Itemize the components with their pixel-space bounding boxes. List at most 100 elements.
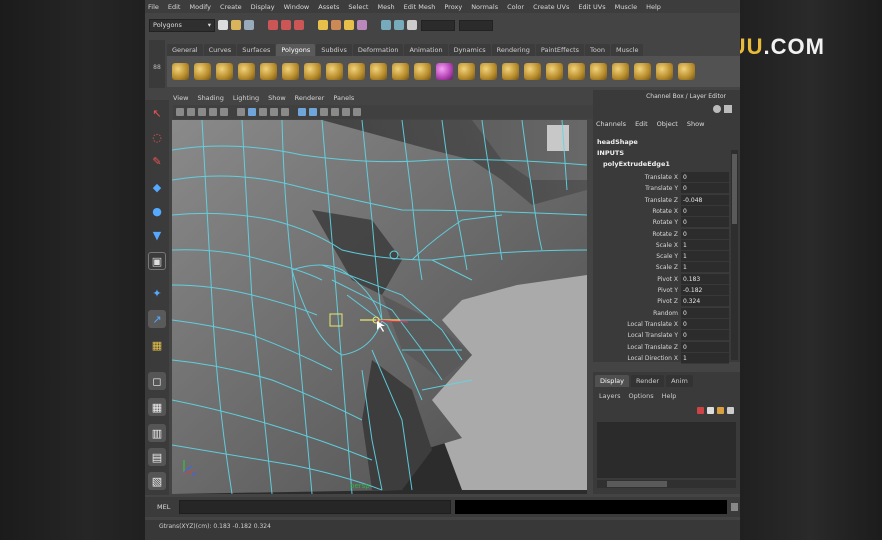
- shelf-tool-8-icon[interactable]: [326, 63, 343, 80]
- snap-curve-icon[interactable]: [331, 20, 341, 30]
- attr-value[interactable]: 1: [681, 262, 729, 274]
- menu-create[interactable]: Create: [220, 3, 242, 11]
- shelf-tool-14-icon[interactable]: [458, 63, 475, 80]
- attr-value[interactable]: 0.183: [681, 273, 729, 285]
- shelf-tool-19-icon[interactable]: [568, 63, 585, 80]
- shelf-tool-12-icon[interactable]: [414, 63, 431, 80]
- mel-label[interactable]: MEL: [157, 503, 170, 511]
- grid-icon[interactable]: [220, 108, 228, 116]
- shelf-tab-polygons[interactable]: Polygons: [276, 44, 316, 56]
- render-settings-icon[interactable]: [407, 20, 417, 30]
- menu-edit-mesh[interactable]: Edit Mesh: [404, 3, 436, 11]
- attr-value[interactable]: 0: [681, 330, 729, 342]
- viewport-menu-lighting[interactable]: Lighting: [233, 94, 259, 102]
- viewport-menu-view[interactable]: View: [173, 94, 188, 102]
- channel-box-scrollbar[interactable]: [731, 150, 738, 360]
- shelf-menu-handle[interactable]: 88: [149, 40, 165, 88]
- menu-edit-uvs[interactable]: Edit UVs: [578, 3, 605, 11]
- bookmark-icon[interactable]: [198, 108, 206, 116]
- shelf-tab-painteffects[interactable]: PaintEffects: [535, 44, 585, 56]
- side-view-icon[interactable]: ▥: [148, 424, 166, 442]
- new-layer-selected-icon[interactable]: [707, 407, 714, 414]
- shelf-tab-animation[interactable]: Animation: [404, 44, 448, 56]
- shelf-tab-curves[interactable]: Curves: [203, 44, 237, 56]
- shelf-tool-16-icon[interactable]: [502, 63, 519, 80]
- layer-scrollbar[interactable]: [597, 480, 736, 488]
- shelf-tab-rendering[interactable]: Rendering: [491, 44, 535, 56]
- layer-option-2-icon[interactable]: [727, 407, 734, 414]
- channel-menu-channels[interactable]: Channels: [596, 120, 626, 131]
- shelf-tool-6-icon[interactable]: [282, 63, 299, 80]
- layer-tab-render[interactable]: Render: [630, 375, 665, 387]
- select-hierarchy-icon[interactable]: [268, 20, 278, 30]
- isolate-icon[interactable]: [309, 108, 317, 116]
- shelf-tool-11-icon[interactable]: [392, 63, 409, 80]
- menu-color[interactable]: Color: [507, 3, 524, 11]
- single-view-icon[interactable]: ◻: [148, 372, 166, 390]
- shelf-tab-muscle[interactable]: Muscle: [610, 44, 644, 56]
- four-view-icon[interactable]: ▦: [148, 398, 166, 416]
- shelf-tool-17-icon[interactable]: [524, 63, 541, 80]
- input-node-name[interactable]: polyExtrudeEdge1: [603, 160, 670, 168]
- layer-option-icon[interactable]: [717, 407, 724, 414]
- perspective-viewport[interactable]: z persp: [172, 120, 587, 494]
- shelf-tool-5-icon[interactable]: [260, 63, 277, 80]
- shadows-icon[interactable]: [281, 108, 289, 116]
- textured-icon[interactable]: [259, 108, 267, 116]
- manipulator-tool-icon[interactable]: ▣: [148, 252, 166, 270]
- shelf-tool-1-icon[interactable]: [172, 63, 189, 80]
- snap-plane-icon[interactable]: [357, 20, 367, 30]
- film-gate-icon[interactable]: [331, 108, 339, 116]
- shelf-tool-24-icon[interactable]: [678, 63, 695, 80]
- attr-value[interactable]: 0: [681, 341, 729, 353]
- menu-help[interactable]: Help: [646, 3, 661, 11]
- menu-assets[interactable]: Assets: [318, 3, 339, 11]
- shelf-tool-2-icon[interactable]: [194, 63, 211, 80]
- attr-value[interactable]: 0: [681, 217, 729, 229]
- scale-tool-icon[interactable]: ▼: [148, 226, 166, 244]
- select-object-icon[interactable]: [281, 20, 291, 30]
- numeric-input-field-2[interactable]: [459, 19, 493, 31]
- select-tool-icon[interactable]: ↖: [148, 104, 166, 122]
- viewport-menu-show[interactable]: Show: [268, 94, 286, 102]
- menu-select[interactable]: Select: [348, 3, 368, 11]
- shelf-tab-surfaces[interactable]: Surfaces: [237, 44, 276, 56]
- last-tool-icon[interactable]: ✦: [148, 284, 166, 302]
- layout-icon[interactable]: [724, 105, 732, 113]
- menu-window[interactable]: Window: [284, 3, 310, 11]
- shelf-tool-4-icon[interactable]: [238, 63, 255, 80]
- shelf-tab-deformation[interactable]: Deformation: [352, 44, 404, 56]
- split-tool-icon[interactable]: ▦: [148, 336, 166, 354]
- shape-node-name[interactable]: headShape: [597, 138, 638, 146]
- numeric-input-field[interactable]: [421, 19, 455, 31]
- attr-value[interactable]: -0.048: [681, 194, 729, 206]
- menu-edit[interactable]: Edit: [168, 3, 181, 11]
- shelf-tool-18-icon[interactable]: [546, 63, 563, 80]
- viewport-menu-shading[interactable]: Shading: [197, 94, 223, 102]
- lasso-tool-icon[interactable]: ◌: [148, 128, 166, 146]
- shelf-tool-3-icon[interactable]: [216, 63, 233, 80]
- viewport-menu-panels[interactable]: Panels: [333, 94, 354, 102]
- menu-create-uvs[interactable]: Create UVs: [533, 3, 569, 11]
- script-editor-icon[interactable]: [731, 503, 738, 511]
- rotate-tool-icon[interactable]: ●: [148, 202, 166, 220]
- shelf-tool-7-icon[interactable]: [304, 63, 321, 80]
- attr-value[interactable]: 0: [681, 205, 729, 217]
- snap-point-icon[interactable]: [344, 20, 354, 30]
- image-plane-icon[interactable]: [209, 108, 217, 116]
- wireframe-icon[interactable]: [237, 108, 245, 116]
- attr-value[interactable]: 0: [681, 183, 729, 195]
- shelf-tab-dynamics[interactable]: Dynamics: [448, 44, 491, 56]
- shelf-tool-21-icon[interactable]: [612, 63, 629, 80]
- channel-menu-object[interactable]: Object: [657, 120, 678, 131]
- attr-value[interactable]: 0: [681, 172, 729, 183]
- viewport-menu-renderer[interactable]: Renderer: [295, 94, 325, 102]
- menu-proxy[interactable]: Proxy: [444, 3, 462, 11]
- save-scene-icon[interactable]: [244, 20, 254, 30]
- shelf-tool-22-icon[interactable]: [634, 63, 651, 80]
- shelf-tab-toon[interactable]: Toon: [585, 44, 610, 56]
- attr-value[interactable]: 1: [681, 352, 729, 364]
- attr-value[interactable]: 0.324: [681, 296, 729, 308]
- layer-menu-options[interactable]: Options: [629, 392, 654, 400]
- open-scene-icon[interactable]: [231, 20, 241, 30]
